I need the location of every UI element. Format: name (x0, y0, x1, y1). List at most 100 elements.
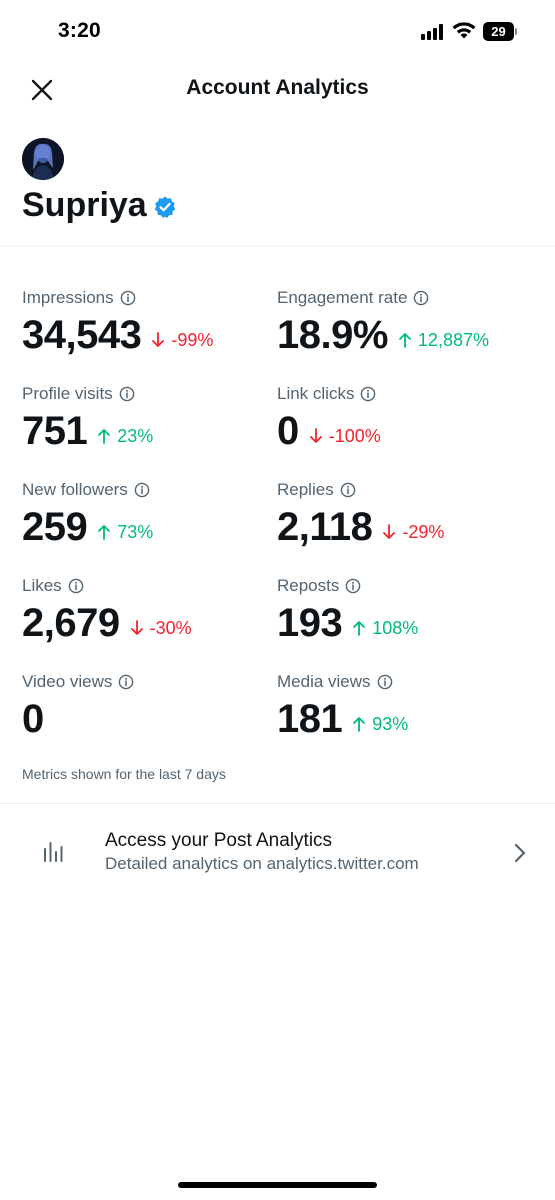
arrow-up-icon (98, 429, 111, 444)
metric-value-row: 34,543 -99% (22, 311, 282, 359)
wifi-icon (452, 22, 476, 39)
avatar-image (22, 138, 64, 180)
info-icon[interactable] (118, 674, 134, 690)
metric-label: Media views (277, 672, 371, 691)
metric-link-clicks: Link clicks 0 -100% (277, 383, 537, 455)
post-analytics-subtitle: Detailed analytics on analytics.twitter.… (105, 854, 419, 873)
metric-label: Likes (22, 576, 62, 595)
metric-change: 108% (352, 618, 418, 639)
metric-video-views: Video views 0 (22, 671, 282, 743)
arrow-down-icon (130, 620, 143, 635)
metric-value: 181 (277, 697, 343, 741)
metric-change: 12,887% (398, 330, 489, 351)
arrow-up-icon (399, 333, 411, 348)
info-icon[interactable] (68, 578, 84, 594)
info-icon[interactable] (120, 290, 136, 306)
metric-label-row: Engagement rate (277, 287, 537, 309)
metric-likes: Likes 2,679 -30% (22, 575, 282, 647)
metric-label-row: Profile visits (22, 383, 282, 405)
info-icon[interactable] (377, 674, 393, 690)
metric-change: 93% (352, 714, 408, 735)
divider (0, 245, 555, 246)
metric-change-value: -30% (149, 617, 192, 638)
metric-replies: Replies 2,118 -29% (277, 479, 537, 551)
metric-value: 259 (22, 505, 88, 549)
metric-profile-visits: Profile visits 751 23% (22, 383, 282, 455)
metric-change: 73% (97, 522, 153, 543)
metric-value-row: 0 (22, 695, 282, 743)
metric-value-row: 0 -100% (277, 407, 537, 455)
metric-label: Video views (22, 672, 113, 691)
info-icon[interactable] (345, 578, 361, 594)
metric-impressions: Impressions 34,543 -99% (22, 287, 282, 359)
metric-value: 0 (22, 697, 44, 741)
metric-value: 0 (277, 409, 299, 453)
metric-change-value: 12,887% (417, 329, 489, 350)
metric-media-views: Media views 181 93% (277, 671, 537, 743)
info-icon[interactable] (134, 482, 150, 498)
metric-value: 18.9% (277, 313, 388, 357)
metric-label-row: Likes (22, 575, 282, 597)
metric-value-row: 193 108% (277, 599, 537, 647)
metric-engagement-rate: Engagement rate 18.9% 12,887% (277, 287, 537, 359)
metric-reposts: Reposts 193 108% (277, 575, 537, 647)
battery-level: 29 (491, 24, 506, 39)
metric-change: 23% (97, 426, 153, 447)
status-bar: 3:20 29 (0, 0, 555, 64)
arrow-up-icon (98, 525, 111, 540)
metric-value: 34,543 (22, 313, 142, 357)
bar-chart-icon (44, 842, 63, 862)
metric-value: 2,118 (277, 505, 373, 549)
arrow-down-icon (309, 428, 322, 443)
signal-icon (421, 24, 443, 40)
metric-label-row: Link clicks (277, 383, 537, 405)
metric-change: -99% (151, 330, 213, 351)
profile-name-row: Supriya (22, 184, 177, 226)
arrow-up-icon (353, 621, 366, 636)
metric-label: Link clicks (277, 384, 355, 403)
metric-label-row: Replies (277, 479, 537, 501)
status-time: 3:20 (58, 19, 101, 42)
metric-value-row: 259 73% (22, 503, 282, 551)
metric-change: -30% (130, 618, 192, 639)
metric-label: Profile visits (22, 384, 113, 403)
info-icon[interactable] (119, 386, 135, 402)
metric-change-value: -29% (402, 521, 445, 542)
home-indicator[interactable] (178, 1182, 377, 1188)
arrow-down-icon (383, 524, 396, 539)
metric-label: New followers (22, 480, 128, 499)
metric-label: Impressions (22, 288, 114, 307)
info-icon[interactable] (360, 386, 376, 402)
metric-value: 193 (277, 601, 343, 645)
verified-badge-icon (154, 196, 175, 218)
metric-value-row: 181 93% (277, 695, 537, 743)
info-icon[interactable] (340, 482, 356, 498)
metric-change-value: 108% (372, 617, 419, 638)
metric-change-value: 73% (117, 521, 154, 542)
metric-value-row: 751 23% (22, 407, 282, 455)
metrics-footnote: Metrics shown for the last 7 days (22, 766, 226, 782)
metric-value: 2,679 (22, 601, 120, 645)
metric-value-row: 2,118 -29% (277, 503, 537, 551)
arrow-down-icon (152, 332, 165, 347)
metric-change-value: -99% (171, 329, 214, 350)
battery-icon: 29 (483, 22, 517, 41)
metric-change: -29% (382, 522, 444, 543)
metric-value-row: 2,679 -30% (22, 599, 282, 647)
info-icon[interactable] (413, 290, 429, 306)
post-analytics-link[interactable]: Access your Post Analytics Detailed anal… (0, 804, 555, 900)
metric-label: Replies (277, 480, 334, 499)
metric-value-row: 18.9% 12,887% (277, 311, 537, 359)
metric-value: 751 (22, 409, 88, 453)
metric-change: -100% (309, 426, 381, 447)
metric-label-row: Media views (277, 671, 537, 693)
metric-label: Engagement rate (277, 288, 408, 307)
metric-change-value: 23% (117, 425, 154, 446)
metric-label-row: Video views (22, 671, 282, 693)
metric-label: Reposts (277, 576, 340, 595)
metric-label-row: Reposts (277, 575, 537, 597)
arrow-up-icon (353, 717, 366, 732)
profile-name: Supriya (22, 185, 147, 224)
avatar[interactable] (22, 138, 64, 180)
metric-change-value: 93% (372, 713, 409, 734)
